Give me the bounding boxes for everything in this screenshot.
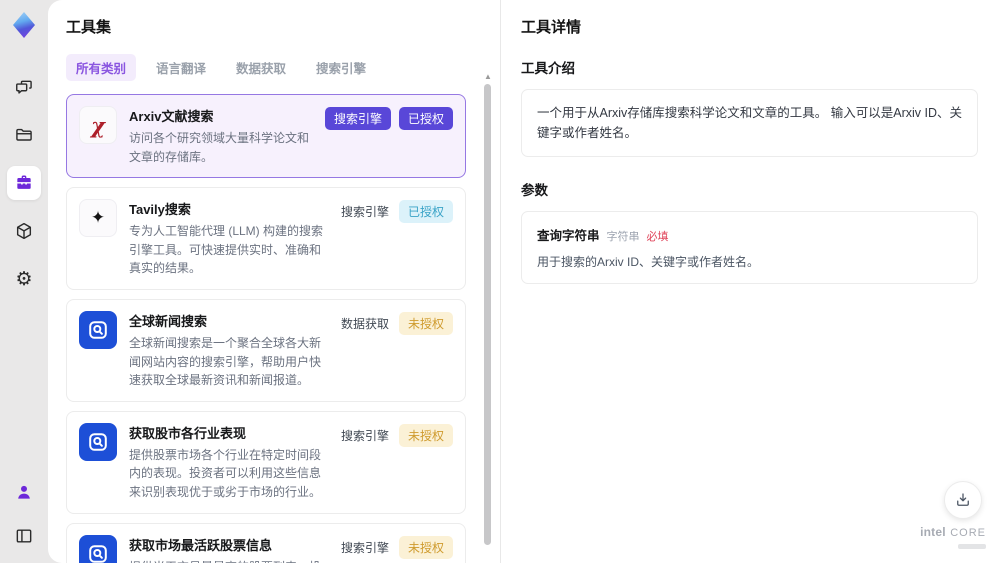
tool-card[interactable]: ✦ Tavily搜索 专为人工智能代理 (LLM) 构建的搜索引擎工具。可快速提… xyxy=(66,187,466,290)
tool-desc: 提供当天交易量最高的股票列表。投资者可以利用这些信息来识别流动性强的股票和潜在的… xyxy=(129,558,327,563)
tool-body: 获取股市各行业表现 提供股票市场各个行业在特定时间段内的表现。投资者可以利用这些… xyxy=(129,423,327,502)
param-desc: 用于搜索的Arxiv ID、关键字或作者姓名。 xyxy=(537,255,760,269)
tool-body: Arxiv文献搜索 访问各个研究领域大量科学论文和文章的存储库。 xyxy=(129,106,313,166)
tool-name: Arxiv文献搜索 xyxy=(129,109,214,124)
page-title: 工具集 xyxy=(66,19,112,36)
tab-3[interactable]: 搜索引擎 xyxy=(306,54,376,81)
tool-desc: 访问各个研究领域大量科学论文和文章的存储库。 xyxy=(129,131,310,164)
tool-badges: 搜索引擎 未授权 xyxy=(339,535,453,559)
params-heading: 参数 xyxy=(521,183,548,198)
rail-bottom xyxy=(7,475,41,553)
tab-2[interactable]: 数据获取 xyxy=(226,54,296,81)
news-search-icon xyxy=(79,310,117,349)
tool-badges: 搜索引擎 已授权 xyxy=(324,106,453,130)
tool-badges: 搜索引擎 未授权 xyxy=(339,423,453,447)
auth-badge: 未授权 xyxy=(398,535,453,559)
news-search-icon xyxy=(79,422,117,461)
tool-body: 全球新闻搜索 全球新闻搜索是一个聚合全球各大新闻网站内容的搜索引擎，帮助用户快速… xyxy=(129,311,327,390)
auth-badge: 未授权 xyxy=(398,311,453,335)
chat-icon[interactable] xyxy=(7,70,41,104)
tab-all-categories[interactable]: 所有类别 xyxy=(66,54,137,81)
brand-subline xyxy=(958,544,986,549)
category-badge: 数据获取 xyxy=(340,316,389,331)
tool-name: 获取市场最活跃股票信息 xyxy=(129,537,273,553)
list-scrollbar[interactable]: ▲ xyxy=(484,72,492,555)
tool-card[interactable]: χ Arxiv文献搜索 访问各个研究领域大量科学论文和文章的存储库。 搜索引擎 … xyxy=(66,94,466,179)
intel-core-logo: intel CORE xyxy=(920,523,986,549)
toolbox-icon[interactable] xyxy=(7,166,41,200)
tab-1[interactable]: 语言翻译 xyxy=(146,54,216,81)
tool-body: Tavily搜索 专为人工智能代理 (LLM) 构建的搜索引擎工具。可快速提供实… xyxy=(129,199,327,278)
auth-badge: 未授权 xyxy=(398,423,453,447)
tool-name: 全球新闻搜索 xyxy=(129,313,208,329)
main-surface: 工具集 所有类别 语言翻译 数据获取 搜索引擎 χ Arxiv文献搜索 访问各个研究领… xyxy=(48,0,1000,563)
param-required-badge: 必填 xyxy=(646,231,669,243)
tool-badges: 数据获取 未授权 xyxy=(339,311,453,335)
tool-body: 获取市场最活跃股票信息 提供当天交易量最高的股票列表。投资者可以利用这些信息来识… xyxy=(129,535,327,563)
category-badge: 搜索引擎 xyxy=(340,540,389,555)
tool-name: Tavily搜索 xyxy=(129,202,191,218)
panel-toggle-icon[interactable] xyxy=(7,519,41,553)
intro-box: 一个用于从Arxiv存储库搜索科学论文和文章的工具。 输入可以是Arxiv ID… xyxy=(521,89,978,157)
auth-badge: 已授权 xyxy=(398,107,453,130)
scrollbar-thumb[interactable] xyxy=(484,84,491,545)
download-icon xyxy=(957,493,969,506)
toolset-panel: 工具集 所有类别 语言翻译 数据获取 搜索引擎 χ Arxiv文献搜索 访问各个研究领… xyxy=(48,0,500,563)
detail-title: 工具详情 xyxy=(521,19,582,36)
intro-text: 一个用于从Arxiv存储库搜索科学论文和文章的工具。 输入可以是Arxiv ID… xyxy=(537,106,963,140)
param-head: 查询字符串 字符串 必填 xyxy=(537,225,962,244)
param-name: 查询字符串 xyxy=(537,229,600,243)
nav-rail: ⚙ xyxy=(0,0,48,563)
news-search-icon xyxy=(79,534,117,563)
scrollbar-up-icon[interactable]: ▲ xyxy=(484,72,492,82)
folder-icon[interactable] xyxy=(7,118,41,152)
settings-gear-icon[interactable]: ⚙ xyxy=(7,262,41,296)
tool-detail-panel: 工具详情 工具介绍 一个用于从Arxiv存储库搜索科学论文和文章的工具。 输入可… xyxy=(500,0,1000,563)
app-logo[interactable] xyxy=(7,8,41,42)
intel-wordmark: intel xyxy=(920,525,946,540)
tool-name: 获取股市各行业表现 xyxy=(129,425,247,441)
user-profile-icon[interactable] xyxy=(7,475,41,509)
param-box: 查询字符串 字符串 必填 用于搜索的Arxiv ID、关键字或作者姓名。 xyxy=(521,211,978,284)
rail-nav: ⚙ xyxy=(7,70,41,296)
category-tabs: 所有类别 语言翻译 数据获取 搜索引擎 xyxy=(66,54,482,81)
tool-desc: 专为人工智能代理 (LLM) 构建的搜索引擎工具。可快速提供实时、准确和真实的结… xyxy=(129,224,324,276)
intro-heading: 工具介绍 xyxy=(521,61,575,76)
category-badge: 搜索引擎 xyxy=(324,107,391,130)
logo-diamond-icon xyxy=(13,12,35,38)
tool-desc: 全球新闻搜索是一个聚合全球各大新闻网站内容的搜索引擎，帮助用户快速获取全球最新资… xyxy=(129,335,322,388)
auth-badge: 已授权 xyxy=(398,200,453,224)
arxiv-icon: χ xyxy=(79,106,117,144)
tool-list: χ Arxiv文献搜索 访问各个研究领域大量科学论文和文章的存储库。 搜索引擎 … xyxy=(66,94,482,563)
cube-icon[interactable] xyxy=(7,214,41,248)
tool-card[interactable]: 获取股市各行业表现 提供股票市场各个行业在特定时间段内的表现。投资者可以利用这些… xyxy=(66,410,466,514)
core-wordmark: CORE xyxy=(950,527,986,540)
download-button[interactable] xyxy=(944,481,982,519)
category-badge: 搜索引擎 xyxy=(340,428,389,443)
category-badge: 搜索引擎 xyxy=(340,205,389,220)
tool-card[interactable]: 全球新闻搜索 全球新闻搜索是一个聚合全球各大新闻网站内容的搜索引擎，帮助用户快速… xyxy=(66,298,466,402)
tool-card[interactable]: 获取市场最活跃股票信息 提供当天交易量最高的股票列表。投资者可以利用这些信息来识… xyxy=(66,522,466,563)
tool-badges: 搜索引擎 已授权 xyxy=(339,199,453,224)
sparkle-icon: ✦ xyxy=(79,199,117,238)
app-root: ⚙ 工具集 所有类别 语言翻译 数据获取 搜索引擎 χ Arxiv文献搜索 访问… xyxy=(0,0,1000,563)
param-type: 字符串 xyxy=(606,231,640,243)
tool-desc: 提供股票市场各个行业在特定时间段内的表现。投资者可以利用这些信息来识别表现优于或… xyxy=(129,447,322,499)
